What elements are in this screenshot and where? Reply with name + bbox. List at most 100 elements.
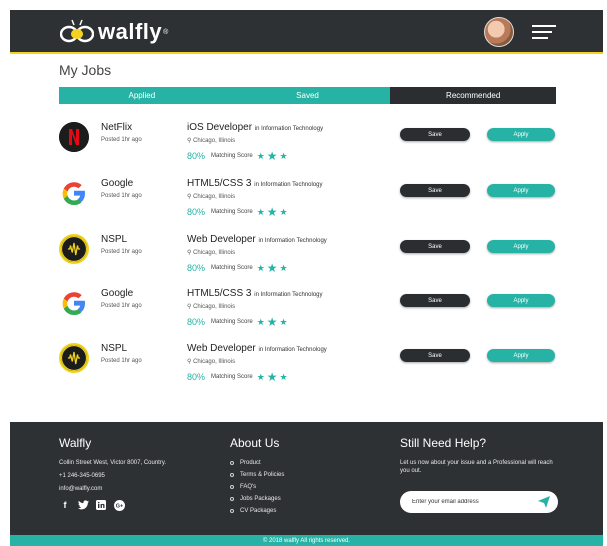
star-icon: ★ [279, 316, 288, 327]
linkedin-icon[interactable] [95, 499, 107, 511]
footer-phone[interactable]: +1 246-345-0695 [59, 473, 166, 479]
save-button[interactable]: Save [400, 184, 470, 197]
score-label: Matching Score [211, 209, 253, 215]
apply-button[interactable]: Apply [487, 349, 555, 362]
star-icon: ★ [256, 316, 265, 327]
matching-score: 80% Matching Score ★ ★ ★ [187, 316, 290, 328]
walfly-logo[interactable]: walfly ® [60, 16, 168, 48]
footer-link-label[interactable]: Jobs Packages [240, 496, 281, 502]
posted-time: Posted 1hr ago [101, 249, 142, 255]
google-plus-icon[interactable]: G+ [113, 499, 125, 511]
matching-score: 80% Matching Score ★ ★ ★ [187, 150, 290, 162]
matching-score: 80% Matching Score ★ ★ ★ [187, 206, 290, 218]
email-input[interactable] [412, 496, 522, 508]
bee-logo-icon [60, 19, 94, 43]
job-row: NSPL Posted 1hr ago Web Developer in Inf… [59, 232, 559, 284]
job-category: in Information Technology [258, 347, 327, 353]
job-location: ⚲ Chicago, Illinois [187, 137, 235, 144]
footer-link-label[interactable]: FAQ's [240, 484, 256, 490]
copyright-bar: © 2018 walfly All rights reserved. [10, 535, 603, 546]
star-icon: ★ [256, 371, 265, 382]
job-title[interactable]: Web Developer in Information Technology [187, 234, 327, 245]
footer-link-label[interactable]: Terms & Policies [240, 472, 284, 478]
social-links: f G+ [59, 499, 166, 511]
company-name: NetFlix [101, 122, 133, 133]
score-label: Matching Score [211, 319, 253, 325]
job-title-text[interactable]: Web Developer [187, 343, 256, 354]
save-button[interactable]: Save [400, 240, 470, 253]
location-text: Chicago, Illinois [193, 250, 236, 256]
job-location: ⚲ Chicago, Illinois [187, 303, 235, 310]
posted-time: Posted 1hr ago [101, 137, 142, 143]
tab-applied[interactable]: Applied [59, 87, 225, 104]
footer-link-label[interactable]: CV Packages [240, 508, 276, 514]
apply-button[interactable]: Apply [487, 128, 555, 141]
footer-link-label[interactable]: Product [240, 460, 261, 466]
company-name: Google [101, 288, 134, 299]
save-button[interactable]: Save [400, 349, 470, 362]
star-icon: ★ [266, 205, 278, 219]
bullet-icon [230, 473, 234, 477]
star-icon: ★ [256, 262, 265, 273]
star-icon: ★ [266, 261, 278, 275]
job-category: in Information Technology [254, 126, 324, 132]
footer-link-jobs-packages[interactable]: Jobs Packages [230, 496, 284, 502]
company-name: NSPL [101, 343, 128, 354]
job-category: in Information Technology [254, 292, 323, 298]
user-avatar[interactable] [484, 17, 514, 47]
hamburger-menu-icon[interactable] [532, 25, 556, 41]
tab-saved[interactable]: Saved [224, 87, 391, 104]
job-title[interactable]: HTML5/CSS 3 in Information Technology [187, 288, 323, 299]
nspl-logo-icon [59, 343, 89, 373]
brand-name: walfly [98, 19, 163, 44]
star-icon: ★ [279, 262, 288, 273]
footer-link-terms[interactable]: Terms & Policies [230, 472, 284, 478]
job-title-text[interactable]: iOS Developer [187, 122, 252, 133]
google-logo-icon [59, 288, 89, 318]
footer-link-product[interactable]: Product [230, 460, 284, 466]
job-title[interactable]: iOS Developer in Information Technology [187, 122, 323, 133]
newsletter-email-field[interactable] [400, 491, 558, 513]
job-title[interactable]: Web Developer in Information Technology [187, 343, 327, 354]
send-icon[interactable] [538, 496, 550, 508]
matching-score: 80% Matching Score ★ ★ ★ [187, 262, 290, 274]
rating-stars: ★ ★ ★ [257, 262, 290, 274]
apply-button[interactable]: Apply [487, 294, 555, 307]
apply-button[interactable]: Apply [487, 240, 555, 253]
company-name: Google [101, 178, 134, 189]
top-navbar: walfly ® [10, 10, 603, 54]
posted-time: Posted 1hr ago [101, 358, 142, 364]
matching-score: 80% Matching Score ★ ★ ★ [187, 371, 290, 383]
job-title-text[interactable]: Web Developer [187, 234, 256, 245]
job-title-text[interactable]: HTML5/CSS 3 [187, 178, 251, 189]
facebook-icon[interactable]: f [59, 499, 71, 511]
job-location: ⚲ Chicago, Illinois [187, 193, 235, 200]
footer-help-title: Still Need Help? [400, 436, 487, 450]
rating-stars: ★ ★ ★ [257, 150, 290, 162]
job-title[interactable]: HTML5/CSS 3 in Information Technology [187, 178, 323, 189]
tab-recommended[interactable]: Recommended [390, 87, 557, 104]
star-icon: ★ [266, 370, 278, 384]
bullet-icon [230, 461, 234, 465]
apply-button[interactable]: Apply [487, 184, 555, 197]
job-row: NSPL Posted 1hr ago Web Developer in Inf… [59, 341, 559, 393]
star-icon: ★ [279, 150, 288, 161]
footer-address: Collin Street West, Victor 8007, Country… [59, 460, 167, 466]
bullet-icon [230, 509, 234, 513]
footer-about-title: About Us [230, 436, 280, 450]
bullet-icon [230, 485, 234, 489]
footer-link-cv-packages[interactable]: CV Packages [230, 508, 284, 514]
job-title-text[interactable]: HTML5/CSS 3 [187, 288, 251, 299]
job-category: in Information Technology [258, 238, 327, 244]
rating-stars: ★ ★ ★ [257, 316, 290, 328]
footer-help-text: Let us now about your issue and a Profes… [400, 460, 553, 474]
footer-link-faqs[interactable]: FAQ's [230, 484, 284, 490]
netflix-logo-icon [59, 122, 89, 152]
footer-email[interactable]: info@walfly.com [59, 486, 166, 492]
twitter-icon[interactable] [77, 499, 89, 511]
save-button[interactable]: Save [400, 128, 470, 141]
save-button[interactable]: Save [400, 294, 470, 307]
bullet-icon [230, 497, 234, 501]
score-value: 80% [187, 372, 206, 382]
location-text: Chicago, Illinois [193, 359, 236, 365]
